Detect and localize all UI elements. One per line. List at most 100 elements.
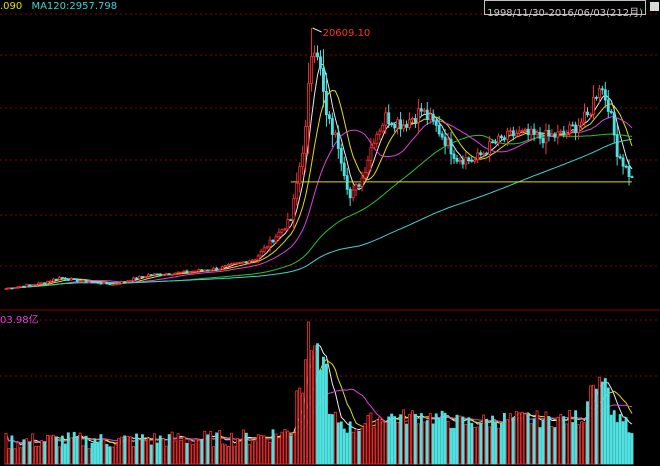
candle-body: [179, 271, 183, 274]
candle-body: [63, 277, 67, 280]
volume-bar: [571, 422, 575, 465]
candle: [606, 90, 610, 118]
candle: [16, 285, 20, 289]
candle: [81, 279, 85, 282]
candle: [571, 121, 575, 127]
volume-bar: [274, 433, 278, 465]
candle: [7, 287, 11, 290]
volume-bar: [577, 424, 581, 465]
date-range-text: 1998/11/30-2016/06/03(212月): [487, 8, 643, 19]
candle-body: [197, 269, 201, 272]
candle-body: [485, 152, 489, 155]
volume-bar: [333, 411, 337, 465]
volume-bar: [387, 416, 391, 465]
candle-body: [449, 138, 453, 155]
volume-bar: [342, 428, 346, 465]
date-range-box[interactable]: 1998/11/30-2016/06/03(212月): [484, 0, 646, 19]
candle-body: [502, 137, 506, 140]
candle-body: [218, 268, 222, 271]
volume-bar: [606, 387, 610, 465]
candle-body: [550, 133, 554, 137]
candle: [265, 245, 269, 250]
candle: [378, 128, 382, 141]
volume-bar: [167, 434, 171, 465]
candle: [408, 112, 411, 131]
volume-bar: [268, 442, 272, 465]
candle-body: [594, 96, 598, 99]
candle-body: [609, 111, 613, 113]
volume-bar: [366, 415, 370, 465]
volume-bar: [544, 411, 548, 465]
candle-body: [206, 269, 210, 272]
volume-bars: [4, 321, 634, 465]
volume-bar: [52, 434, 55, 465]
volume-bar: [307, 321, 311, 465]
candle-body: [553, 133, 557, 138]
candle: [144, 275, 147, 278]
candle-body: [494, 141, 497, 144]
candle: [152, 272, 156, 276]
volume-bar: [473, 426, 477, 465]
candle: [301, 145, 305, 176]
candle-body: [345, 175, 349, 190]
candle-body: [13, 287, 17, 289]
candle-body: [313, 52, 316, 57]
volume-bar: [93, 438, 97, 465]
candle: [72, 278, 76, 280]
volume-bar: [316, 343, 319, 465]
candle-body: [511, 130, 515, 137]
volume-bar: [357, 430, 361, 465]
candle-body: [372, 142, 376, 149]
volume-bar: [345, 432, 349, 465]
candle: [322, 49, 325, 108]
candle: [191, 270, 195, 273]
candle-body: [4, 288, 8, 290]
volume-bar: [594, 388, 598, 465]
volume-bar: [535, 410, 539, 465]
candle-body: [304, 126, 308, 154]
volume-bar: [256, 434, 260, 465]
candle: [13, 287, 17, 289]
candle: [452, 149, 456, 164]
candle-body: [408, 119, 411, 128]
volume-bar: [396, 421, 400, 465]
candle-body: [402, 124, 405, 130]
volume-bar: [304, 359, 308, 465]
candle: [440, 130, 444, 141]
candle-body: [556, 131, 560, 138]
volume-bar: [173, 440, 177, 465]
candle-body: [378, 130, 382, 135]
candle-body: [369, 147, 373, 161]
candle: [568, 121, 572, 138]
candle: [54, 278, 58, 281]
volume-bar: [416, 423, 420, 465]
candle-body: [185, 270, 189, 273]
candle-body: [90, 281, 94, 284]
candle-body: [571, 124, 575, 127]
candle: [126, 279, 130, 283]
candle-body: [233, 262, 236, 265]
candle-body: [286, 219, 290, 230]
candle-body: [387, 112, 391, 125]
candle-body: [327, 114, 331, 119]
candle-body: [574, 124, 578, 133]
candle: [580, 118, 584, 130]
volume-bar: [149, 444, 153, 465]
candle-body: [419, 108, 423, 112]
candle: [19, 285, 23, 288]
volume-bar: [25, 438, 29, 465]
volume-bar: [135, 433, 138, 465]
candle: [396, 116, 400, 135]
candle: [339, 143, 343, 172]
candle-body: [256, 255, 260, 261]
maximize-icon[interactable]: [650, 2, 659, 11]
price-moving-averages: [5, 62, 633, 289]
candle-body: [265, 246, 269, 249]
volume-bar: [31, 433, 35, 465]
candle-body: [310, 56, 314, 84]
volume-bar: [28, 441, 32, 465]
candle: [574, 121, 578, 141]
candle-body: [7, 287, 11, 290]
volume-bar: [470, 422, 474, 465]
candle-body: [440, 133, 444, 138]
